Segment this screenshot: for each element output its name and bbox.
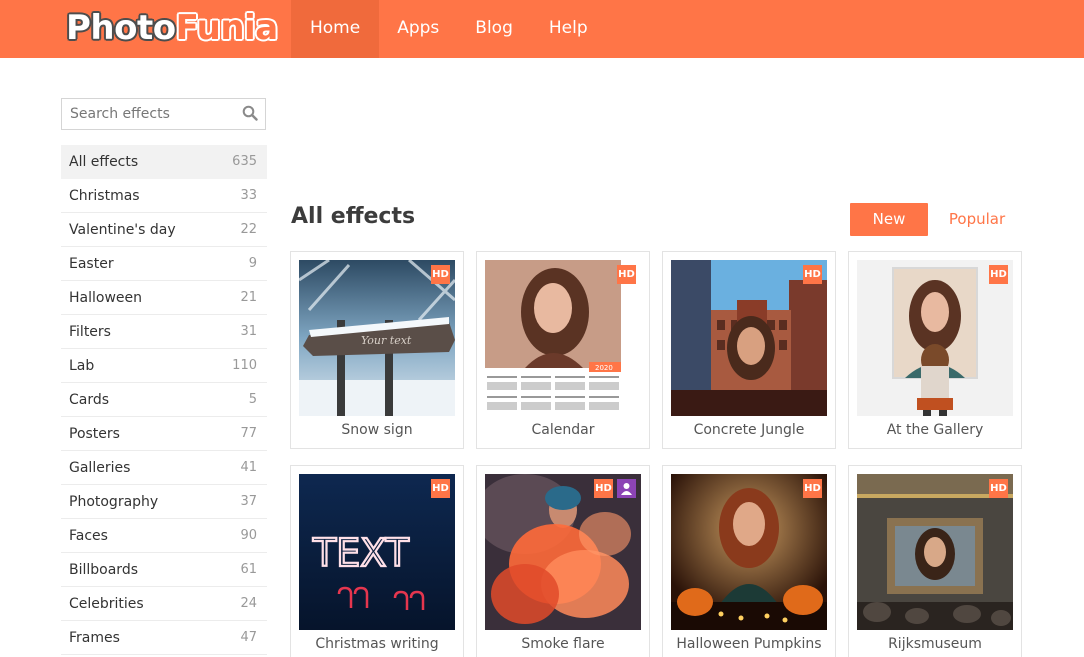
sort-new-button[interactable]: New — [850, 203, 928, 236]
hd-badge: HD — [989, 479, 1008, 498]
effect-label: At the Gallery — [886, 422, 984, 438]
hd-badge: HD — [803, 265, 822, 284]
category-count: 110 — [232, 358, 257, 373]
category-label: Cards — [69, 391, 110, 408]
effect-card-calendar[interactable]: 2020 HD Calendar — [476, 251, 650, 449]
category-count: 5 — [248, 392, 257, 407]
glow-text: TEXT — [312, 531, 410, 575]
effect-card-concrete-jungle[interactable]: HD Concrete Jungle — [662, 251, 836, 449]
category-photography[interactable]: Photography 37 — [61, 485, 267, 519]
category-cards[interactable]: Cards 5 — [61, 383, 267, 417]
category-billboards[interactable]: Billboards 61 — [61, 553, 267, 587]
top-header: PhotoFunia Home Apps Blog Help — [0, 0, 1084, 58]
category-posters[interactable]: Posters 77 — [61, 417, 267, 451]
category-easter[interactable]: Easter 9 — [61, 247, 267, 281]
category-faces[interactable]: Faces 90 — [61, 519, 267, 553]
effect-card-smoke-flare[interactable]: HD Smoke flare — [476, 465, 650, 657]
effect-label: Christmas writing — [315, 636, 439, 652]
category-label: Galleries — [69, 459, 131, 476]
effect-label: Smoke flare — [521, 636, 605, 652]
page-title: All effects — [291, 204, 416, 229]
effect-card-halloween-pumpkins[interactable]: HD Halloween Pumpkins — [662, 465, 836, 657]
effect-label: Rijksmuseum — [888, 636, 982, 652]
hd-badge: HD — [431, 479, 450, 498]
category-count: 33 — [240, 188, 257, 203]
main-nav: Home Apps Blog Help — [291, 0, 606, 58]
category-count: 61 — [240, 562, 257, 577]
calendar-year: 2020 — [595, 364, 613, 372]
nav-blog[interactable]: Blog — [457, 0, 531, 58]
category-count: 31 — [240, 324, 257, 339]
category-list: All effects 635 Christmas 33 Valentine's d… — [61, 145, 267, 655]
category-christmas[interactable]: Christmas 33 — [61, 179, 267, 213]
category-count: 21 — [240, 290, 257, 305]
category-label: Celebrities — [69, 595, 144, 612]
category-label: Faces — [69, 527, 108, 544]
hd-badge: HD — [431, 265, 450, 284]
category-all-effects[interactable]: All effects 635 — [61, 145, 267, 179]
category-label: Christmas — [69, 187, 140, 204]
hd-badge: HD — [617, 265, 636, 284]
category-label: Filters — [69, 323, 111, 340]
category-count: 37 — [240, 494, 257, 509]
category-label: Photography — [69, 493, 159, 510]
hd-badge: HD — [989, 265, 1008, 284]
category-label: Billboards — [69, 561, 138, 578]
category-count: 77 — [240, 426, 257, 441]
effect-card-rijksmuseum[interactable]: HD Rijksmuseum — [848, 465, 1022, 657]
effect-label: Calendar — [531, 422, 595, 438]
effect-card-snow-sign[interactable]: Your text HD Snow sign — [290, 251, 464, 449]
nav-help[interactable]: Help — [531, 0, 606, 58]
effect-card-christmas-writing[interactable]: TEXT HD Christmas writing — [290, 465, 464, 657]
category-label: Halloween — [69, 289, 143, 306]
nav-home[interactable]: Home — [291, 0, 380, 58]
site-logo[interactable]: PhotoFunia — [66, 8, 278, 48]
search-input[interactable] — [62, 99, 232, 129]
category-lab[interactable]: Lab 110 — [61, 349, 267, 383]
category-halloween[interactable]: Halloween 21 — [61, 281, 267, 315]
effect-card-at-the-gallery[interactable]: HD At the Gallery — [848, 251, 1022, 449]
category-count: 9 — [248, 256, 257, 271]
category-label: Easter — [69, 255, 114, 272]
category-count: 90 — [240, 528, 257, 543]
category-count: 635 — [232, 154, 257, 169]
category-label: Valentine's day — [69, 221, 176, 238]
category-label: Posters — [69, 425, 120, 442]
category-frames[interactable]: Frames 47 — [61, 621, 267, 655]
person-icon — [617, 479, 636, 498]
hd-badge: HD — [594, 479, 613, 498]
category-label: Frames — [69, 629, 120, 646]
effect-label: Halloween Pumpkins — [676, 636, 822, 652]
sign-text: Your text — [361, 334, 412, 347]
search-box — [61, 98, 266, 130]
category-celebrities[interactable]: Celebrities 24 — [61, 587, 267, 621]
sort-popular-button[interactable]: Popular — [940, 203, 1014, 236]
category-count: 41 — [240, 460, 257, 475]
category-label: Lab — [69, 357, 95, 374]
category-label: All effects — [69, 153, 139, 170]
category-galleries[interactable]: Galleries 41 — [61, 451, 267, 485]
nav-apps[interactable]: Apps — [379, 0, 457, 58]
search-icon[interactable] — [242, 105, 258, 121]
hd-badge: HD — [803, 479, 822, 498]
effect-label: Concrete Jungle — [693, 422, 805, 438]
effect-label: Snow sign — [341, 422, 413, 438]
category-filters[interactable]: Filters 31 — [61, 315, 267, 349]
category-count: 22 — [240, 222, 257, 237]
category-count: 47 — [240, 630, 257, 645]
category-count: 24 — [240, 596, 257, 611]
category-valentines-day[interactable]: Valentine's day 22 — [61, 213, 267, 247]
